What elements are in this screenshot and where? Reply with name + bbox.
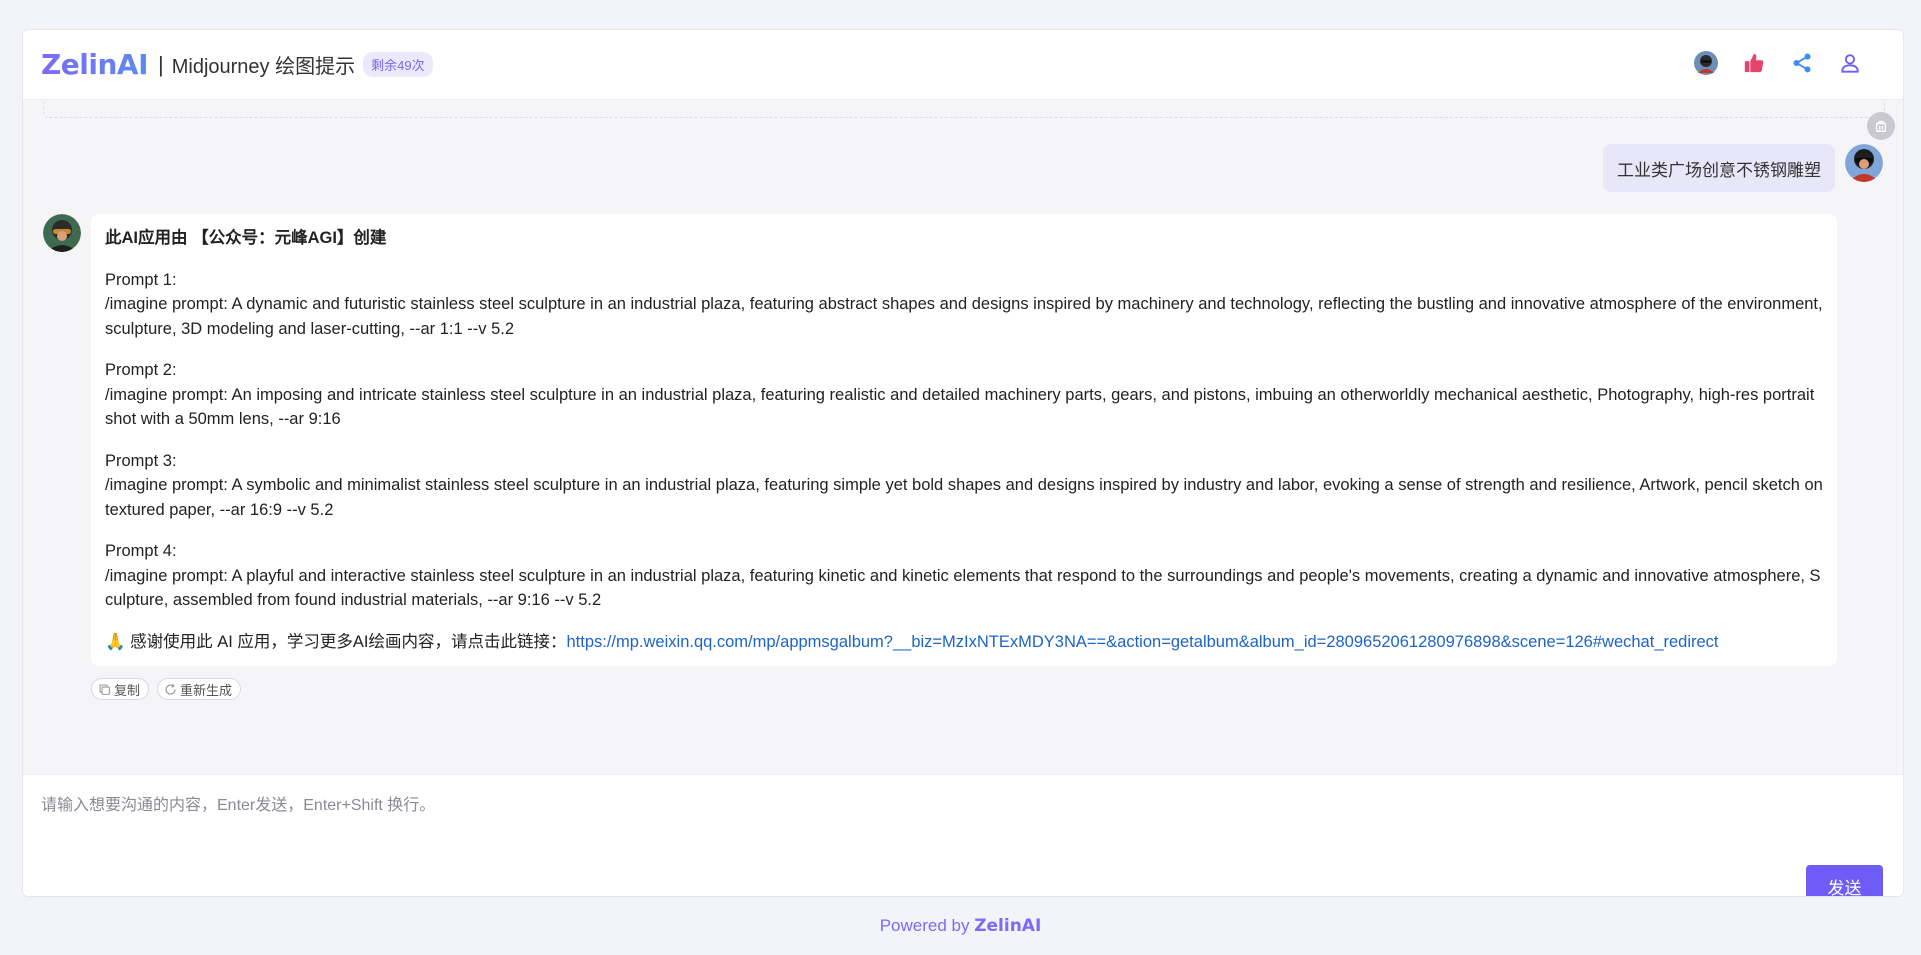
footer: Powered by ZelinAI bbox=[0, 916, 1921, 936]
thanks-text: 感谢使用此 AI 应用，学习更多AI绘画内容，请点击此链接： bbox=[125, 632, 567, 651]
regenerate-label: 重新生成 bbox=[180, 682, 233, 698]
chat-area[interactable]: 工业类广场创意不锈钢雕塑 此AI应用由 【公众号：元峰AGI】创建 Prompt… bbox=[23, 100, 1903, 774]
prompt-label: Prompt 2: bbox=[105, 361, 177, 379]
prompt-text: /imagine prompt: A symbolic and minimali… bbox=[105, 476, 1823, 519]
page-title: Midjourney 绘图提示 bbox=[171, 56, 356, 78]
prompt-text: /imagine prompt: A dynamic and futuristi… bbox=[105, 295, 1823, 338]
copy-icon bbox=[99, 684, 110, 695]
refresh-icon bbox=[165, 683, 176, 695]
header-actions bbox=[1693, 50, 1863, 76]
prompt-block: Prompt 1: /imagine prompt: A dynamic and… bbox=[105, 268, 1823, 342]
logo[interactable]: ZelinAI bbox=[41, 48, 149, 81]
message-actions: 复制 重新生成 bbox=[91, 678, 242, 700]
prompt-label: Prompt 1: bbox=[105, 270, 177, 289]
regenerate-button[interactable]: 重新生成 bbox=[157, 678, 242, 700]
copy-button[interactable]: 复制 bbox=[91, 678, 150, 700]
prompt-block: Prompt 3: /imagine prompt: A symbolic an… bbox=[105, 449, 1823, 523]
prompt-text: /imagine prompt: An imposing and intrica… bbox=[105, 385, 1815, 429]
thanks-line: 🙏 感谢使用此 AI 应用，学习更多AI绘画内容，请点击此链接：https://… bbox=[105, 630, 1823, 655]
bot-message-heading: 此AI应用由 【公众号：元峰AGI】创建 bbox=[105, 229, 387, 247]
thumbs-up-icon[interactable] bbox=[1741, 50, 1767, 76]
footer-prefix: Powered by bbox=[879, 916, 975, 935]
user-avatar bbox=[1845, 144, 1883, 182]
message-input[interactable] bbox=[41, 791, 1861, 851]
app-window: ZelinAI | Midjourney 绘图提示 剩余49次 工业类广场创意不… bbox=[22, 29, 1904, 897]
bot-message-row: 此AI应用由 【公众号：元峰AGI】创建 Prompt 1: /imagine … bbox=[43, 214, 1837, 666]
clear-history-button[interactable] bbox=[1867, 112, 1895, 140]
user-icon[interactable] bbox=[1837, 50, 1863, 76]
pray-emoji-icon: 🙏 bbox=[105, 632, 126, 651]
quota-badge: 剩余49次 bbox=[363, 52, 433, 77]
prompt-block: Prompt 4: /imagine prompt: A playful and… bbox=[105, 539, 1823, 613]
prompt-text: /imagine prompt: A playful and interacti… bbox=[105, 566, 1821, 610]
user-message-row: 工业类广场创意不锈钢雕塑 bbox=[1603, 144, 1883, 192]
footer-brand[interactable]: ZelinAI bbox=[974, 916, 1041, 936]
header-separator: | bbox=[158, 51, 164, 77]
album-link[interactable]: https://mp.weixin.qq.com/mp/appmsgalbum?… bbox=[566, 633, 1718, 651]
avatar-icon[interactable] bbox=[1693, 50, 1719, 76]
send-button[interactable]: 发送 bbox=[1806, 865, 1883, 896]
copy-label: 复制 bbox=[114, 682, 141, 698]
composer: 发送 bbox=[23, 774, 1903, 896]
user-message-bubble: 工业类广场创意不锈钢雕塑 bbox=[1603, 144, 1835, 192]
prompt-label: Prompt 3: bbox=[105, 451, 177, 470]
previous-message-edge bbox=[43, 100, 1885, 118]
bot-message-bubble: 此AI应用由 【公众号：元峰AGI】创建 Prompt 1: /imagine … bbox=[91, 214, 1837, 666]
prompt-label: Prompt 4: bbox=[105, 542, 177, 560]
bot-avatar bbox=[43, 214, 81, 252]
prompt-block: Prompt 2: /imagine prompt: An imposing a… bbox=[105, 358, 1823, 432]
share-icon[interactable] bbox=[1789, 50, 1815, 76]
header: ZelinAI | Midjourney 绘图提示 剩余49次 bbox=[23, 30, 1903, 100]
